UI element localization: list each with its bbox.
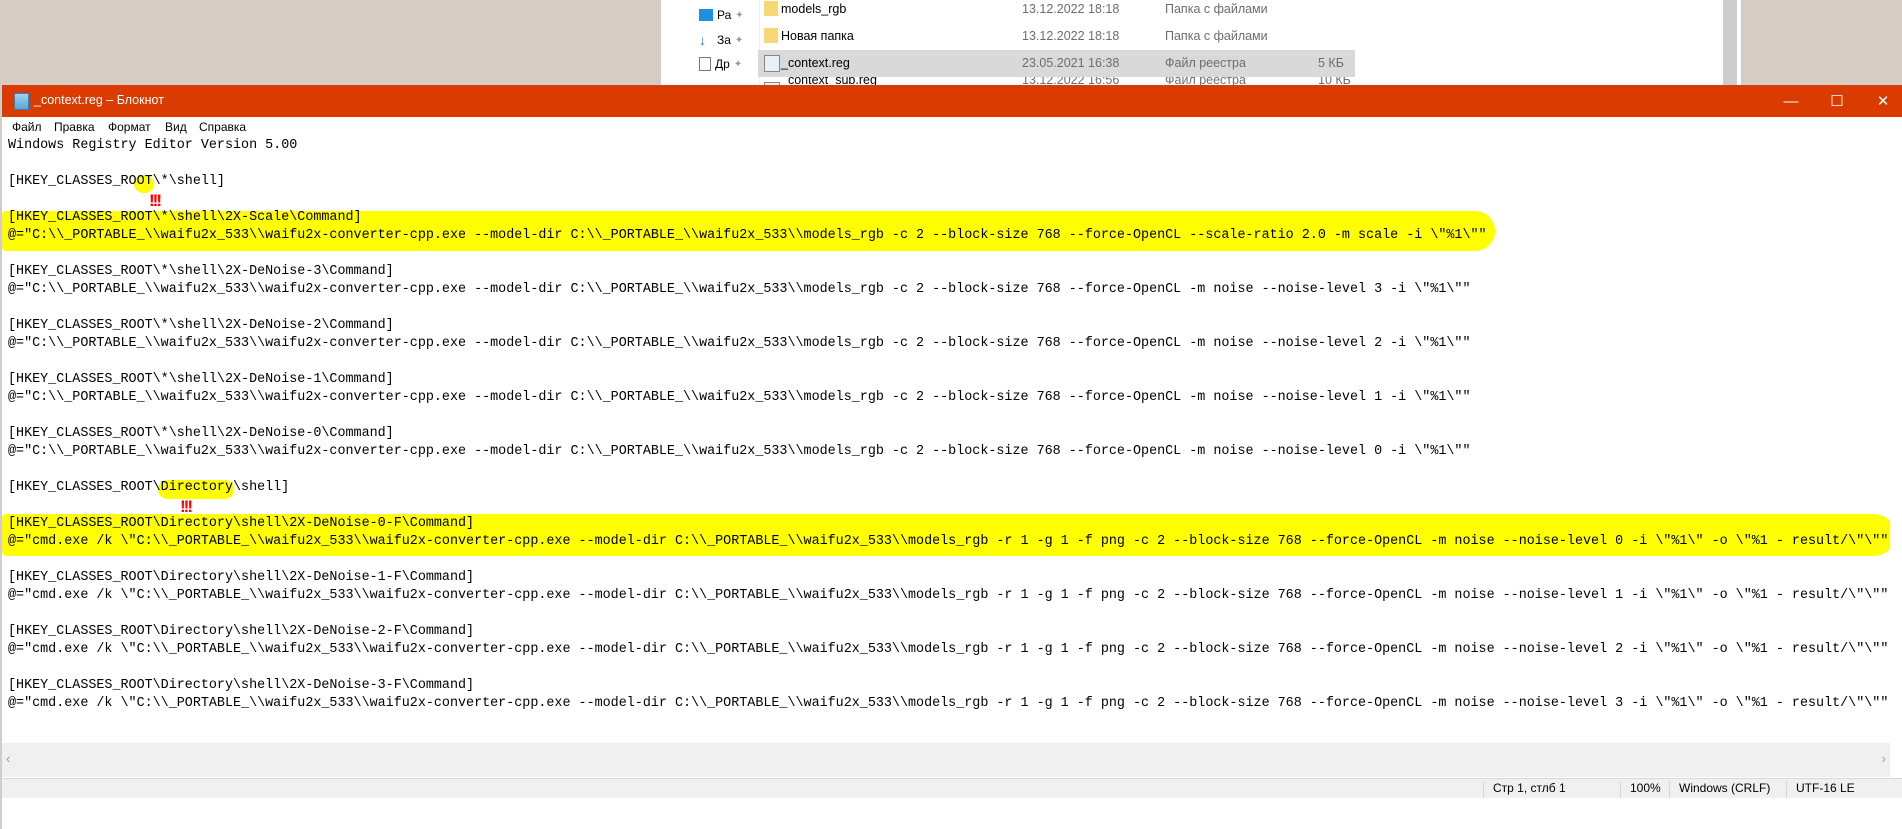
title-bar[interactable]: _context.reg – Блокнот — ☐ ✕ — [2, 85, 1902, 117]
text-line — [8, 605, 1888, 623]
text-line: @="cmd.exe /k \"C:\\_PORTABLE_\\waifu2x_… — [8, 696, 1889, 711]
text-line — [8, 461, 1888, 479]
exclamation-mark-1: !!! — [149, 191, 162, 210]
status-encoding: UTF-16 LE — [1786, 781, 1896, 798]
text-line: [HKEY_CLASSES_ROOT\Directory\shell\2X-De… — [8, 570, 475, 585]
status-line-endings: Windows (CRLF) — [1669, 781, 1786, 798]
file-type: Файл реестра — [1165, 56, 1246, 70]
text-line: @="cmd.exe /k \"C:\\_PORTABLE_\\waifu2x_… — [8, 642, 1889, 657]
menu-file[interactable]: Файл — [12, 120, 42, 134]
vertical-scrollbar[interactable] — [1890, 137, 1902, 829]
notepad-icon — [14, 93, 29, 110]
exclamation-mark-2: !!! — [180, 497, 193, 516]
sidebar-label: За — [717, 33, 731, 47]
text-line: [HKEY_CLASSES_ROOT\*\shell\2X-DeNoise-0\… — [8, 426, 394, 441]
sidebar-item-downloads[interactable]: ↓ За ✦ — [699, 33, 743, 47]
text-line — [8, 353, 1888, 371]
text-line: @="C:\\_PORTABLE_\\waifu2x_533\\waifu2x-… — [8, 444, 1471, 459]
file-row[interactable]: Новая папка 13.12.2022 18:18 Папка с фай… — [758, 23, 1355, 50]
document-icon — [699, 57, 711, 71]
text-line — [8, 299, 1888, 317]
text-line — [8, 191, 1888, 209]
file-name: models_rgb — [781, 2, 847, 16]
file-date: 23.05.2021 16:38 — [1022, 56, 1120, 70]
text-line: @="C:\\_PORTABLE_\\waifu2x_533\\waifu2x-… — [8, 282, 1471, 297]
registry-file-icon — [764, 55, 780, 72]
text-editor[interactable]: !!! !!! Windows Registry Editor Version … — [2, 137, 1890, 829]
folder-icon — [764, 1, 778, 16]
menu-view[interactable]: Вид — [165, 120, 187, 134]
file-date: 13.12.2022 18:18 — [1022, 2, 1120, 16]
explorer-scrollbar[interactable] — [1723, 0, 1737, 86]
text-line: [HKEY_CLASSES_ROOT\*\shell\2X-DeNoise-3\… — [8, 264, 394, 279]
menu-format[interactable]: Формат — [108, 120, 151, 134]
text-line: [HKEY_CLASSES_ROOT\*\shell\2X-Scale\Comm… — [8, 210, 362, 225]
text-line: [HKEY_CLASSES_ROOT\Directory\shell] — [8, 480, 290, 495]
text-line: [HKEY_CLASSES_ROOT\*\shell\2X-DeNoise-1\… — [8, 372, 394, 387]
close-button[interactable]: ✕ — [1860, 85, 1902, 117]
text-content: Windows Registry Editor Version 5.00 [HKE… — [8, 137, 1888, 713]
status-zoom: 100% — [1620, 781, 1669, 798]
text-line — [8, 551, 1888, 569]
pin-icon: ✦ — [733, 58, 743, 70]
text-line: @="C:\\_PORTABLE_\\waifu2x_533\\waifu2x-… — [8, 336, 1471, 351]
text-line — [8, 407, 1888, 425]
window-title: _context.reg – Блокнот — [34, 93, 164, 107]
text-line: [HKEY_CLASSES_ROOT\*\shell\2X-DeNoise-2\… — [8, 318, 394, 333]
file-type: Папка с файлами — [1165, 2, 1268, 16]
pin-icon: ✦ — [735, 9, 744, 21]
file-date: 13.12.2022 18:18 — [1022, 29, 1120, 43]
file-row[interactable]: models_rgb 13.12.2022 18:18 Папка с файл… — [758, 0, 1355, 23]
folder-icon — [764, 28, 778, 43]
file-size: 5 КБ — [1318, 56, 1344, 70]
explorer-sidebar: Ра ✦ ↓ За ✦ Др ✦ — [661, 0, 760, 86]
file-row-selected[interactable]: _context.reg 23.05.2021 16:38 Файл реест… — [758, 50, 1355, 77]
text-line — [8, 659, 1888, 677]
file-explorer-window: Ра ✦ ↓ За ✦ Др ✦ models_rgb 13.12.2022 18:18… — [661, 0, 1741, 86]
text-line: @="cmd.exe /k \"C:\\_PORTABLE_\\waifu2x_… — [8, 534, 1889, 549]
file-name: Новая папка — [781, 29, 854, 43]
text-line: [HKEY_CLASSES_ROOT\*\shell] — [8, 174, 225, 189]
text-line — [8, 155, 1888, 173]
text-line: @="cmd.exe /k \"C:\\_PORTABLE_\\waifu2x_… — [8, 588, 1889, 603]
file-name: _context.reg — [781, 56, 850, 70]
notepad-window: _context.reg – Блокнот — ☐ ✕ Файл Правка… — [2, 85, 1902, 829]
sidebar-label: Др — [715, 57, 730, 71]
text-line: @="C:\\_PORTABLE_\\waifu2x_533\\waifu2x-… — [8, 228, 1487, 243]
text-line: [HKEY_CLASSES_ROOT\Directory\shell\2X-De… — [8, 516, 475, 531]
maximize-button[interactable]: ☐ — [1814, 85, 1860, 117]
pin-icon: ✦ — [734, 34, 744, 46]
menu-bar: Файл Правка Формат Вид Справка — [2, 117, 1902, 137]
text-line: @="C:\\_PORTABLE_\\waifu2x_533\\waifu2x-… — [8, 390, 1471, 405]
text-line: [HKEY_CLASSES_ROOT\Directory\shell\2X-De… — [8, 624, 475, 639]
status-bar: Стр 1, стлб 1 100% Windows (CRLF) UTF-16… — [2, 778, 1902, 798]
menu-help[interactable]: Справка — [199, 120, 246, 134]
text-line: Windows Registry Editor Version 5.00 — [8, 138, 298, 153]
sidebar-item-documents[interactable]: Др ✦ — [699, 57, 742, 71]
sidebar-item-desktop[interactable]: Ра ✦ — [699, 8, 744, 22]
text-line: [HKEY_CLASSES_ROOT\Directory\shell\2X-De… — [8, 678, 475, 693]
scroll-left-arrow-icon[interactable]: ‹ — [6, 751, 10, 766]
horizontal-scrollbar[interactable]: ‹ › — [2, 743, 1890, 777]
menu-edit[interactable]: Правка — [54, 120, 95, 134]
scroll-right-arrow-icon[interactable]: › — [1882, 751, 1886, 766]
file-type: Папка с файлами — [1165, 29, 1268, 43]
minimize-button[interactable]: — — [1768, 85, 1814, 117]
desktop-icon — [699, 9, 713, 21]
status-cursor-position: Стр 1, стлб 1 — [1483, 781, 1619, 798]
text-line — [8, 497, 1888, 515]
sidebar-label: Ра — [717, 8, 732, 22]
text-line — [8, 245, 1888, 263]
download-arrow-icon: ↓ — [699, 32, 706, 48]
